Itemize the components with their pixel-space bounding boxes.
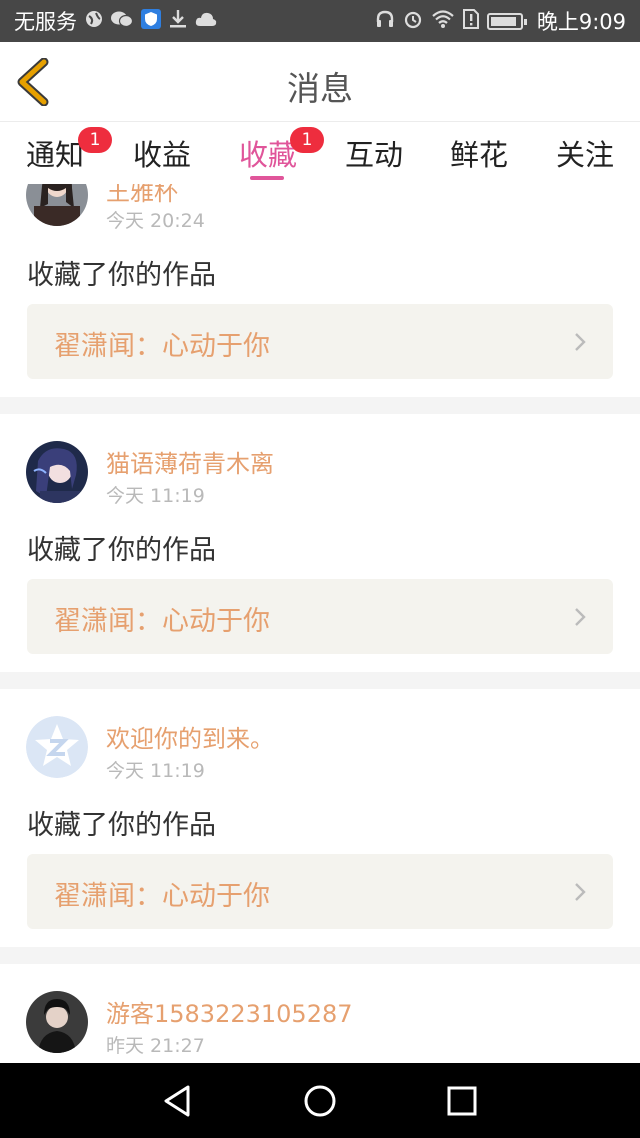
list-item: 王雅杯 今天 20:24 收藏了你的作品 翟潇闻：心动于你 (0, 184, 640, 397)
tab-notifications[interactable]: 通知 1 (26, 127, 112, 174)
timestamp: 今天 11:19 (106, 485, 205, 507)
tab-label: 鲜花 (450, 138, 509, 172)
headphones-icon (375, 9, 395, 33)
chevron-right-icon (575, 608, 586, 626)
shield-icon (141, 9, 161, 33)
action-text: 收藏了你的作品 (27, 260, 216, 291)
tab-flowers[interactable]: 鲜花 (450, 132, 508, 174)
timestamp: 今天 20:24 (106, 210, 205, 232)
page-title: 消息 (287, 69, 353, 108)
tab-label: 通知 (26, 138, 85, 172)
chevron-right-icon (575, 333, 586, 351)
username[interactable]: 欢迎你的到来。 (106, 719, 274, 754)
tab-label: 收藏 (239, 138, 298, 172)
download-icon (169, 9, 187, 33)
system-nav-bar (0, 1063, 640, 1138)
work-title: 翟潇闻：心动于你 (54, 606, 270, 637)
timestamp: 今天 11:19 (106, 760, 205, 782)
sim-alert-icon (462, 9, 479, 33)
status-time: 晚上9:09 (536, 10, 626, 34)
battery-icon (486, 12, 527, 30)
avatar[interactable] (26, 716, 88, 778)
cloud-icon (195, 11, 217, 31)
alarm-icon (403, 9, 423, 33)
tab-favorites[interactable]: 收藏 1 (239, 127, 324, 174)
globe-icon (85, 10, 103, 32)
tab-bar: 通知 1 收益 收藏 1 互动 鲜花 关注 (0, 122, 640, 184)
username[interactable]: 猫语薄荷青木离 (106, 444, 274, 479)
tab-interactions[interactable]: 互动 (345, 132, 403, 174)
action-text: 收藏了你的作品 (27, 810, 216, 841)
tab-earnings[interactable]: 收益 (133, 132, 191, 174)
square-recents-icon (447, 1086, 477, 1116)
tab-label: 关注 (556, 138, 615, 172)
tab-label: 互动 (345, 138, 404, 172)
work-link[interactable]: 翟潇闻：心动于你 (27, 304, 613, 379)
header: 消息 (0, 42, 640, 122)
avatar[interactable] (26, 441, 88, 503)
carrier-label: 无服务 (14, 10, 77, 34)
active-tab-indicator (250, 176, 284, 180)
triangle-back-icon (164, 1085, 190, 1117)
chevron-right-icon (575, 883, 586, 901)
status-bar: 无服务 晚上9:09 (0, 0, 640, 42)
list-item: 猫语薄荷青木离 今天 11:19 收藏了你的作品 翟潇闻：心动于你 (0, 414, 640, 672)
circle-home-icon (304, 1085, 336, 1117)
work-link[interactable]: 翟潇闻：心动于你 (27, 854, 613, 929)
work-title: 翟潇闻：心动于你 (54, 331, 270, 362)
unread-badge: 1 (78, 127, 112, 153)
username[interactable]: 王雅杯 (106, 184, 178, 207)
message-list[interactable]: 王雅杯 今天 20:24 收藏了你的作品 翟潇闻：心动于你 猫语薄荷青木离 今天… (0, 184, 640, 1063)
tab-following[interactable]: 关注 (556, 132, 614, 174)
avatar[interactable] (26, 184, 88, 226)
list-item: 游客1583223105287 昨天 21:27 (0, 964, 640, 1063)
avatar[interactable] (26, 991, 88, 1053)
timestamp: 昨天 21:27 (106, 1035, 205, 1057)
wechat-icon (111, 10, 134, 32)
home-nav-button[interactable] (300, 1081, 340, 1121)
action-text: 收藏了你的作品 (27, 535, 216, 566)
unread-badge: 1 (290, 127, 324, 153)
tab-label: 收益 (133, 138, 192, 172)
back-nav-button[interactable] (158, 1081, 198, 1121)
list-item: 欢迎你的到来。 今天 11:19 收藏了你的作品 翟潇闻：心动于你 (0, 689, 640, 947)
username[interactable]: 游客1583223105287 (106, 994, 353, 1029)
wifi-icon (431, 9, 455, 33)
work-title: 翟潇闻：心动于你 (54, 881, 270, 912)
work-link[interactable]: 翟潇闻：心动于你 (27, 579, 613, 654)
recents-nav-button[interactable] (442, 1081, 482, 1121)
